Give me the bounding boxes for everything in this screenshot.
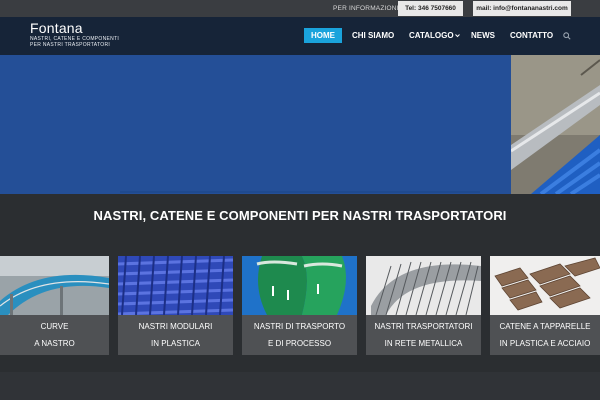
process-belt-image <box>242 256 357 315</box>
chevron-down-icon <box>454 34 460 38</box>
category-caption: CATENE A TAPPARELLE IN PLASTICA E ACCIAI… <box>490 315 600 355</box>
caption-line-1: NASTRI MODULARI <box>138 322 213 331</box>
category-card-chains[interactable]: CATENE A TAPPARELLE IN PLASTICA E ACCIAI… <box>490 256 600 355</box>
info-label: PER INFORMAZIONI: <box>333 5 401 12</box>
products-section: NASTRI, CATENE E COMPONENTI PER NASTRI T… <box>0 194 600 400</box>
caption-line-1: NASTRI DI TRASPORTO <box>253 322 346 331</box>
chains-image <box>490 256 600 315</box>
caption-line-2: E DI PROCESSO <box>267 339 332 348</box>
nav-home[interactable]: HOME <box>304 28 342 43</box>
caption-line-2: IN PLASTICA E ACCIAIO <box>499 339 591 348</box>
category-card-curve[interactable]: CURVE A NASTRO <box>0 256 109 355</box>
curve-conveyor-image <box>0 256 109 315</box>
hero-slider <box>0 55 600 194</box>
caption-line-1: CURVE <box>40 322 69 331</box>
category-caption: NASTRI MODULARI IN PLASTICA <box>118 315 233 355</box>
category-caption: NASTRI TRASPORTATORI IN RETE METALLICA <box>366 315 481 355</box>
hero-conveyor-photo <box>511 55 600 194</box>
caption-line-2: A NASTRO <box>34 339 75 348</box>
nav-catalogo[interactable]: CATALOGO <box>409 28 460 43</box>
caption-line-1: CATENE A TAPPARELLE <box>499 322 591 331</box>
search-icon[interactable] <box>563 32 571 40</box>
email-link[interactable]: mail: info@fontananastri.com <box>473 1 571 16</box>
category-caption: NASTRI DI TRASPORTO E DI PROCESSO <box>242 315 357 355</box>
category-card-process[interactable]: NASTRI DI TRASPORTO E DI PROCESSO <box>242 256 357 355</box>
nav-chi-siamo[interactable]: CHI SIAMO <box>352 28 394 43</box>
site-logo[interactable]: Fontana NASTRI, CATENE E COMPONENTI PER … <box>30 20 119 49</box>
nav-news[interactable]: NEWS <box>471 28 495 43</box>
main-navbar: Fontana NASTRI, CATENE E COMPONENTI PER … <box>0 17 600 55</box>
nav-catalogo-label: CATALOGO <box>409 31 454 40</box>
caption-line-1: NASTRI TRASPORTATORI <box>374 322 473 331</box>
hero-divider <box>120 191 480 193</box>
metal-mesh-image <box>366 256 481 315</box>
phone-link[interactable]: Tel: 346 7507660 <box>398 1 463 16</box>
logo-tagline-2: PER NASTRI TRASPORTATORI <box>30 42 111 48</box>
nav-contatto[interactable]: CONTATTO <box>510 28 553 43</box>
modular-belt-image <box>118 256 233 315</box>
category-card-metal[interactable]: NASTRI TRASPORTATORI IN RETE METALLICA <box>366 256 481 355</box>
category-caption: CURVE A NASTRO <box>0 315 109 355</box>
category-card-modular[interactable]: NASTRI MODULARI IN PLASTICA <box>118 256 233 355</box>
caption-line-2: IN RETE METALLICA <box>384 339 463 348</box>
bottom-band <box>0 372 600 400</box>
logo-name: Fontana <box>30 20 83 36</box>
top-info-bar: PER INFORMAZIONI: Tel: 346 7507660 mail:… <box>0 0 600 17</box>
caption-line-2: IN PLASTICA <box>151 339 200 348</box>
section-heading: NASTRI, CATENE E COMPONENTI PER NASTRI T… <box>93 208 507 223</box>
